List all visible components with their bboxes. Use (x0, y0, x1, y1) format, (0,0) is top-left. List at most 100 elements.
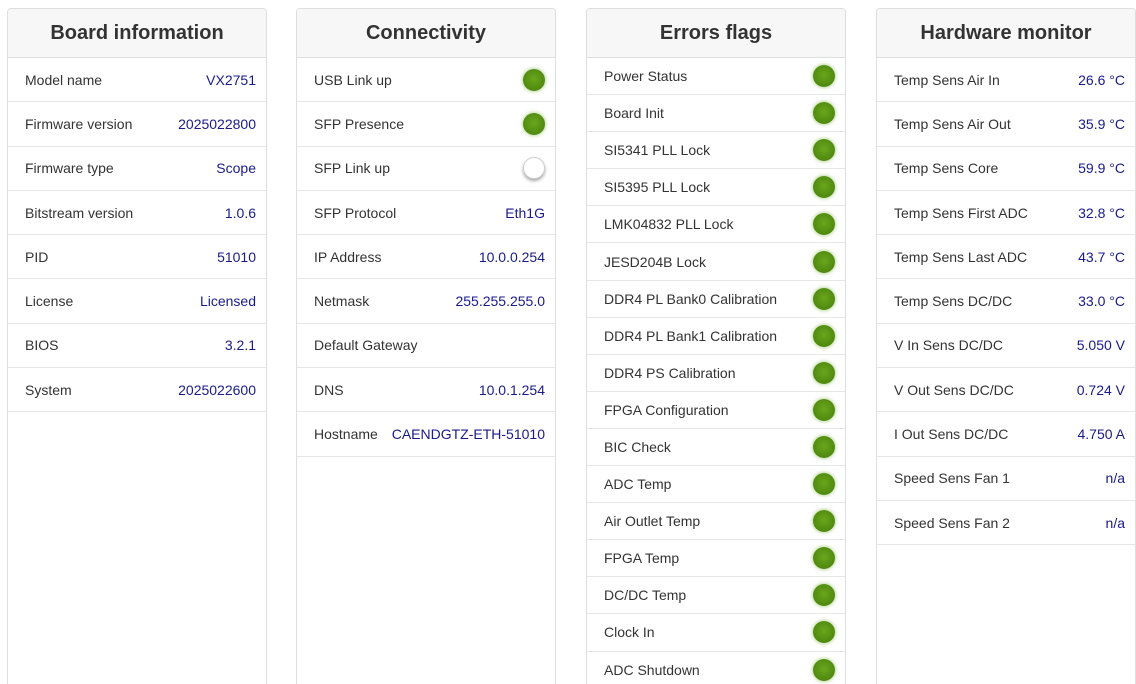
row-label: PID (25, 248, 49, 265)
error-row-adc-temp: ADC Temp (587, 466, 845, 504)
conn-row-default-gateway: Default Gateway (297, 324, 555, 369)
row-label: I Out Sens DC/DC (894, 426, 1009, 443)
errors-flags-list: Power Status Board Init SI5341 PLL Lock … (587, 58, 845, 684)
status-led-icon (813, 510, 835, 533)
error-row-clock-in: Clock In (587, 614, 845, 652)
row-label: IP Address (314, 248, 382, 265)
status-led-icon (813, 139, 835, 162)
row-label: Speed Sens Fan 2 (894, 514, 1010, 531)
board-information-panel: Board information Model name VX2751 Firm… (7, 8, 267, 684)
error-row-bic-check: BIC Check (587, 429, 845, 467)
board-row-pid: PID 51010 (8, 235, 266, 280)
status-led-icon (523, 112, 545, 135)
error-row-dcdc-temp: DC/DC Temp (587, 577, 845, 615)
row-label: DDR4 PS Calibration (604, 364, 736, 381)
board-row-firmware-version: Firmware version 2025022800 (8, 102, 266, 147)
row-label: Netmask (314, 293, 370, 310)
error-row-fpga-configuration: FPGA Configuration (587, 392, 845, 429)
hw-row-temp-last-adc: Temp Sens Last ADC 43.7 °C (877, 235, 1135, 280)
row-label: Temp Sens DC/DC (894, 293, 1013, 310)
status-led-icon (813, 250, 835, 273)
row-label: BIC Check (604, 438, 671, 455)
error-row-power-status: Power Status (587, 58, 845, 96)
row-label: Model name (25, 71, 103, 88)
error-row-jesd204b-lock: JESD204B Lock (587, 243, 845, 281)
status-led-icon (813, 102, 835, 125)
row-label: V Out Sens DC/DC (894, 381, 1014, 398)
error-row-lmk04832-pll-lock: LMK04832 PLL Lock (587, 206, 845, 244)
row-value: 33.0 °C (1078, 293, 1125, 310)
row-label: FPGA Temp (604, 550, 680, 567)
row-label: Speed Sens Fan 1 (894, 470, 1010, 487)
board-row-model-name: Model name VX2751 (8, 58, 266, 103)
row-label: DDR4 PL Bank1 Calibration (604, 327, 778, 344)
status-led-icon (813, 361, 835, 384)
hw-row-i-out-dcdc: I Out Sens DC/DC 4.750 A (877, 412, 1135, 457)
row-value: 51010 (217, 248, 256, 265)
hardware-monitor-list: Temp Sens Air In 26.6 °C Temp Sens Air O… (877, 58, 1135, 546)
connectivity-list: USB Link up SFP Presence SFP Link up SFP… (297, 58, 555, 457)
row-value: 32.8 °C (1078, 204, 1125, 221)
errors-flags-title: Errors flags (587, 9, 845, 58)
row-label: SFP Protocol (314, 204, 397, 221)
conn-row-netmask: Netmask 255.255.255.0 (297, 279, 555, 324)
status-led-icon (813, 213, 835, 236)
row-label: Bitstream version (25, 204, 134, 221)
row-value: 43.7 °C (1078, 248, 1125, 265)
hw-row-speed-fan-2: Speed Sens Fan 2 n/a (877, 501, 1135, 546)
error-row-si5341-pll-lock: SI5341 PLL Lock (587, 132, 845, 170)
row-value: Scope (216, 160, 256, 177)
status-led-icon (813, 435, 835, 458)
row-value: 0.724 V (1076, 381, 1125, 398)
row-label: Default Gateway (314, 337, 418, 354)
error-row-fpga-temp: FPGA Temp (587, 540, 845, 578)
hw-row-temp-air-in: Temp Sens Air In 26.6 °C (877, 58, 1135, 103)
row-label: Clock In (604, 624, 655, 641)
row-value: 35.9 °C (1078, 115, 1125, 132)
conn-row-hostname: Hostname CAENDGTZ-ETH-51010 (297, 412, 555, 457)
row-label: ADC Temp (604, 476, 672, 493)
status-led-icon (813, 658, 835, 681)
board-information-title: Board information (8, 9, 266, 58)
row-label: SFP Link up (314, 160, 391, 177)
conn-row-sfp-protocol: SFP Protocol Eth1G (297, 191, 555, 236)
row-value: Eth1G (505, 204, 545, 221)
hw-row-temp-first-adc: Temp Sens First ADC 32.8 °C (877, 191, 1135, 236)
dashboard: Board information Model name VX2751 Firm… (0, 0, 1136, 684)
board-row-bios: BIOS 3.2.1 (8, 324, 266, 369)
conn-row-dns: DNS 10.0.1.254 (297, 368, 555, 413)
row-value: CAENDGTZ-ETH-51010 (391, 426, 545, 443)
status-led-off-icon (523, 157, 545, 180)
error-row-ddr4-pl-bank0-calibration: DDR4 PL Bank0 Calibration (587, 281, 845, 318)
row-value: n/a (1105, 470, 1125, 487)
row-label: SI5395 PLL Lock (604, 179, 711, 196)
row-label: BIOS (25, 337, 59, 354)
row-value: 4.750 A (1077, 426, 1126, 443)
error-row-si5395-pll-lock: SI5395 PLL Lock (587, 169, 845, 207)
row-value: 255.255.255.0 (455, 293, 545, 310)
connectivity-title: Connectivity (297, 9, 555, 58)
row-label: Power Status (604, 68, 688, 85)
conn-row-sfp-presence: SFP Presence (297, 102, 555, 147)
status-led-icon (813, 287, 835, 310)
status-led-icon (813, 473, 835, 496)
row-value: VX2751 (206, 71, 256, 88)
status-led-icon (813, 324, 835, 347)
row-label: Temp Sens Core (894, 160, 999, 177)
status-led-icon (813, 65, 835, 88)
errors-flags-panel: Errors flags Power Status Board Init SI5… (586, 8, 846, 684)
row-label: Hostname (314, 426, 378, 443)
board-information-list: Model name VX2751 Firmware version 20250… (8, 58, 266, 413)
hw-row-temp-core: Temp Sens Core 59.9 °C (877, 147, 1135, 191)
error-row-board-init: Board Init (587, 95, 845, 133)
hw-row-speed-fan-1: Speed Sens Fan 1 n/a (877, 457, 1135, 501)
row-value: 10.0.0.254 (478, 248, 545, 265)
hw-row-temp-dcdc: Temp Sens DC/DC 33.0 °C (877, 279, 1135, 324)
conn-row-sfp-link-up: SFP Link up (297, 147, 555, 191)
conn-row-ip-address: IP Address 10.0.0.254 (297, 235, 555, 280)
row-label: Air Outlet Temp (604, 513, 701, 530)
board-row-firmware-type: Firmware type Scope (8, 147, 266, 191)
row-label: Board Init (604, 105, 664, 122)
error-row-air-outlet-temp: Air Outlet Temp (587, 503, 845, 541)
status-led-icon (813, 584, 835, 607)
